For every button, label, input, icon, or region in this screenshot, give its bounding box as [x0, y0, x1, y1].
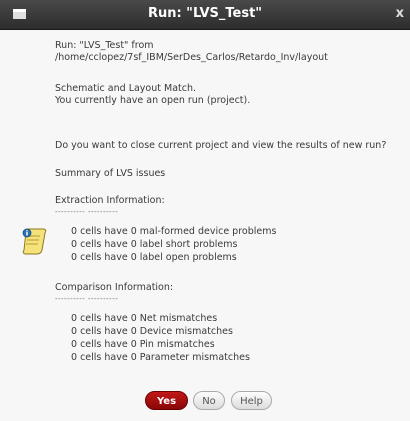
extraction-title: Extraction Information:: [55, 195, 165, 206]
info-scroll-icon: [22, 228, 47, 255]
match-line: Schematic and Layout Match.: [55, 83, 197, 94]
extraction-item: 0 cells have 0 label short problems: [71, 239, 238, 250]
help-button[interactable]: Help: [231, 391, 272, 410]
run-path: /home/cclopez/7sf_IBM/SerDes_Carlos/Reta…: [55, 52, 328, 63]
title-bar: Run: "LVS_Test" x: [0, 0, 410, 30]
comparison-item: 0 cells have 0 Parameter mismatches: [71, 352, 250, 363]
comparison-title: Comparison Information:: [55, 282, 174, 293]
window-title: Run: "LVS_Test": [147, 6, 263, 21]
no-button[interactable]: No: [193, 391, 225, 410]
dialog-body: Run: "LVS_Test" from /home/cclopez/7sf_I…: [0, 30, 410, 421]
close-icon[interactable]: x: [396, 6, 404, 21]
yes-button[interactable]: Yes: [145, 391, 188, 410]
question-text: Do you want to close current project and…: [55, 140, 387, 151]
button-row: Yes No Help: [0, 391, 410, 413]
extraction-item: 0 cells have 0 mal-formed device problem…: [71, 226, 277, 237]
comparison-separator: ---------- ----------: [55, 295, 119, 303]
extraction-separator: ---------- ----------: [55, 208, 119, 216]
comparison-item: 0 cells have 0 Device mismatches: [71, 326, 233, 337]
comparison-item: 0 cells have 0 Net mismatches: [71, 313, 218, 324]
extraction-item: 0 cells have 0 label open problems: [71, 252, 237, 263]
comparison-item: 0 cells have 0 Pin mismatches: [71, 339, 215, 350]
run-line-1: Run: "LVS_Test" from: [55, 40, 154, 51]
open-run-line: You currently have an open run (project)…: [55, 95, 251, 106]
summary-title: Summary of LVS issues: [55, 168, 166, 179]
